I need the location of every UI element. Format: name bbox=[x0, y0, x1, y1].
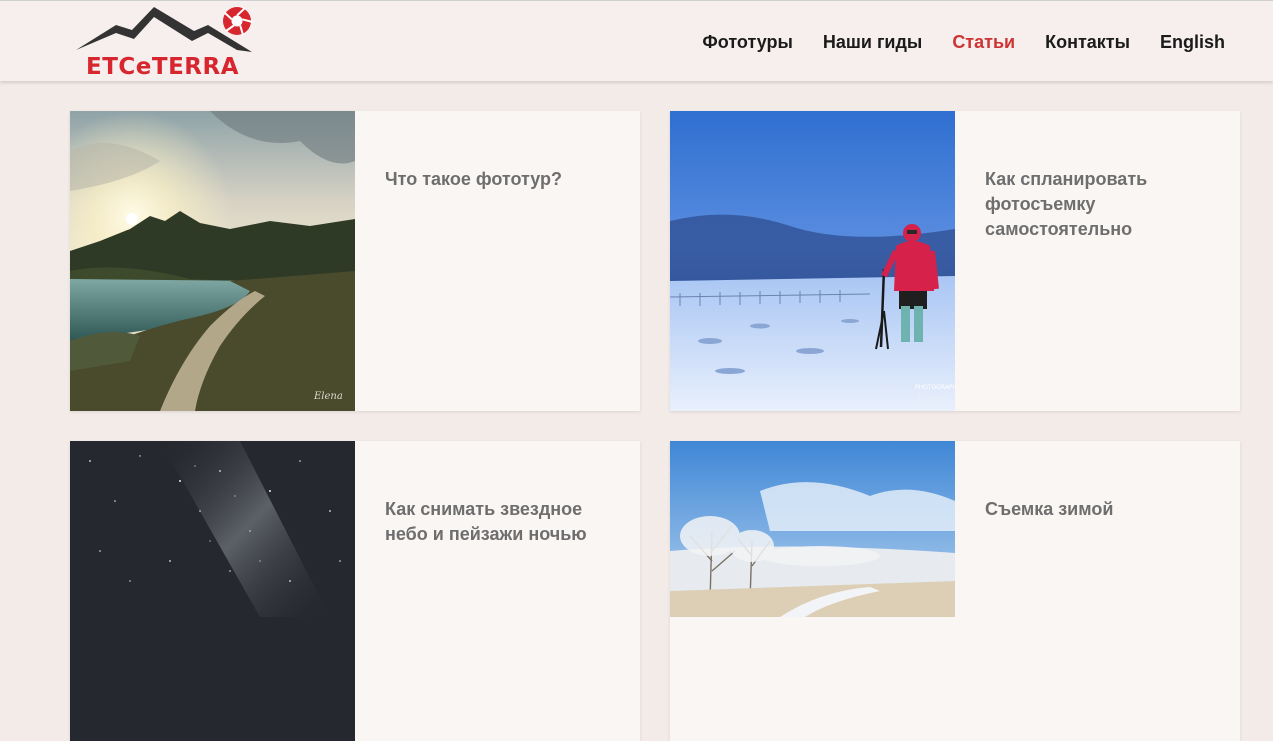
article-title[interactable]: Как снимать звездное небо и пейзажи ночь… bbox=[385, 497, 620, 547]
site-logo[interactable]: ETCeTERRA bbox=[74, 3, 264, 81]
article-photo-winter-hiker[interactable]: PHOTOGRAPHY Elena bbox=[670, 111, 955, 411]
site-header: ETCeTERRA Фототуры Наши гиды Статьи Конт… bbox=[0, 0, 1273, 81]
article-photo-winter-landscape[interactable] bbox=[670, 441, 955, 741]
nav-item-english[interactable]: English bbox=[1160, 31, 1225, 53]
article-photo-coast-sunset[interactable]: Elena bbox=[70, 111, 355, 411]
photo-watermark: Elena bbox=[313, 391, 343, 402]
svg-text:PHOTOGRAPHY: PHOTOGRAPHY bbox=[915, 384, 955, 391]
article-card[interactable]: Elena Что такое фототур? bbox=[70, 111, 640, 411]
article-title[interactable]: Как спланировать фотосъемку самостоятель… bbox=[985, 167, 1220, 242]
aperture-icon bbox=[223, 7, 253, 36]
main-nav: Фототуры Наши гиды Статьи Контакты Engli… bbox=[702, 31, 1225, 53]
article-photo-night-sky[interactable] bbox=[70, 441, 355, 741]
logo-text: ETCeTERRA bbox=[86, 54, 240, 80]
article-card[interactable]: Съемка зимой bbox=[670, 441, 1240, 741]
article-title[interactable]: Что такое фототур? bbox=[385, 167, 620, 192]
nav-item-contacts[interactable]: Контакты bbox=[1045, 31, 1130, 53]
article-title[interactable]: Съемка зимой bbox=[985, 497, 1220, 522]
nav-item-guides[interactable]: Наши гиды bbox=[823, 31, 922, 53]
mountain-logo-icon bbox=[76, 7, 253, 52]
photo-watermark: Elena bbox=[916, 393, 946, 404]
article-card[interactable]: Как снимать звездное небо и пейзажи ночь… bbox=[70, 441, 640, 741]
nav-item-articles[interactable]: Статьи bbox=[952, 31, 1015, 53]
article-card[interactable]: PHOTOGRAPHY Elena Как спланировать фотос… bbox=[670, 111, 1240, 411]
nav-item-phototours[interactable]: Фототуры bbox=[702, 31, 792, 53]
